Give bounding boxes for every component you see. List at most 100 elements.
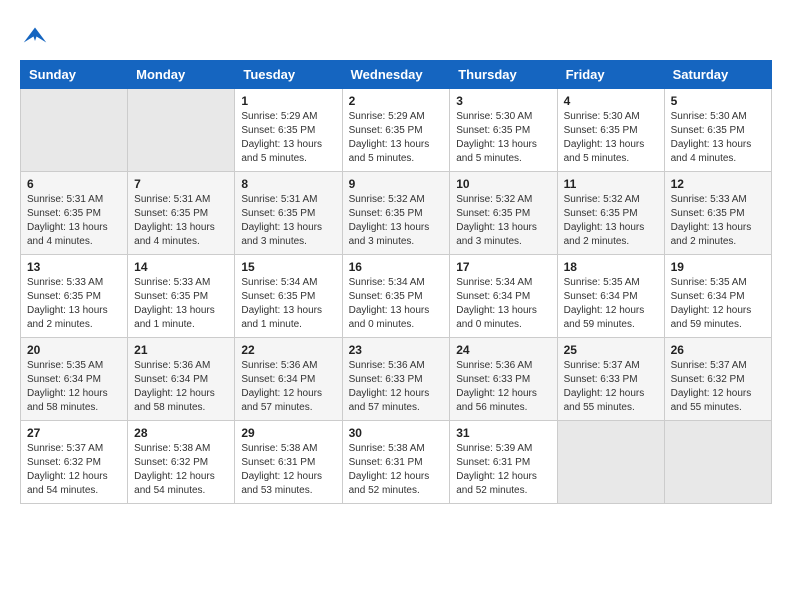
day-number: 12: [671, 177, 765, 191]
calendar-cell: 31Sunrise: 5:39 AM Sunset: 6:31 PM Dayli…: [450, 421, 557, 504]
day-info: Sunrise: 5:37 AM Sunset: 6:33 PM Dayligh…: [564, 359, 658, 415]
calendar-cell: 25 Sunrise: 5:37 AM Sunset: 6:33 PM Dayli…: [557, 338, 664, 421]
calendar-cell: 22 Sunrise: 5:36 AM Sunset: 6:34 PM Dayli…: [235, 338, 342, 421]
calendar-cell: [21, 89, 128, 172]
day-number: 23: [349, 343, 444, 357]
calendar-cell: 5 Sunrise: 5:30 AM Sunset: 6:35 PM Daylig…: [664, 89, 771, 172]
calendar-cell: [664, 421, 771, 504]
day-info: Sunrise: 5:31 AM Sunset: 6:35 PM Dayligh…: [134, 193, 228, 249]
day-number: 19: [671, 260, 765, 274]
day-number: 11: [564, 177, 658, 191]
calendar-cell: 4 Sunrise: 5:30 AM Sunset: 6:35 PM Daylig…: [557, 89, 664, 172]
day-number: 29: [241, 426, 335, 440]
day-number: 5: [671, 94, 765, 108]
calendar-cell: 19 Sunrise: 5:35 AM Sunset: 6:34 PM Dayli…: [664, 255, 771, 338]
calendar-header-row: SundayMondayTuesdayWednesdayThursdayFrid…: [21, 61, 772, 89]
calendar-cell: 20Sunrise: 5:35 AM Sunset: 6:34 PM Dayli…: [21, 338, 128, 421]
weekday-header: Wednesday: [342, 61, 450, 89]
day-number: 9: [349, 177, 444, 191]
day-number: 20: [27, 343, 121, 357]
calendar-cell: 2Sunrise: 5:29 AM Sunset: 6:35 PM Daylig…: [342, 89, 450, 172]
day-number: 17: [456, 260, 550, 274]
calendar-cell: 23 Sunrise: 5:36 AM Sunset: 6:33 PM Dayli…: [342, 338, 450, 421]
calendar-table: SundayMondayTuesdayWednesdayThursdayFrid…: [20, 60, 772, 504]
day-info: Sunrise: 5:36 AM Sunset: 6:33 PM Dayligh…: [349, 359, 444, 415]
day-number: 3: [456, 94, 550, 108]
calendar-week-row: 13 Sunrise: 5:33 AM Sunset: 6:35 PM Dayli…: [21, 255, 772, 338]
day-info: Sunrise: 5:29 AM Sunset: 6:35 PM Dayligh…: [349, 110, 444, 166]
day-info: Sunrise: 5:36 AM Sunset: 6:33 PM Dayligh…: [456, 359, 550, 415]
day-info: Sunrise: 5:35 AM Sunset: 6:34 PM Dayligh…: [564, 276, 658, 332]
calendar-week-row: 1 Sunrise: 5:29 AM Sunset: 6:35 PM Daylig…: [21, 89, 772, 172]
day-info: Sunrise: 5:30 AM Sunset: 6:35 PM Dayligh…: [564, 110, 658, 166]
day-info: Sunrise: 5:35 AM Sunset: 6:34 PM Dayligh…: [671, 276, 765, 332]
day-number: 26: [671, 343, 765, 357]
day-number: 28: [134, 426, 228, 440]
day-number: 4: [564, 94, 658, 108]
calendar-cell: 24 Sunrise: 5:36 AM Sunset: 6:33 PM Dayli…: [450, 338, 557, 421]
weekday-header: Monday: [128, 61, 235, 89]
day-info: Sunrise: 5:31 AM Sunset: 6:35 PM Dayligh…: [241, 193, 335, 249]
day-number: 1: [241, 94, 335, 108]
calendar-cell: 13 Sunrise: 5:33 AM Sunset: 6:35 PM Dayli…: [21, 255, 128, 338]
calendar-cell: 3 Sunrise: 5:30 AM Sunset: 6:35 PM Daylig…: [450, 89, 557, 172]
day-info: Sunrise: 5:37 AM Sunset: 6:32 PM Dayligh…: [671, 359, 765, 415]
day-number: 15: [241, 260, 335, 274]
page-header: [20, 20, 772, 50]
logo: [20, 20, 54, 50]
day-info: Sunrise: 5:34 AM Sunset: 6:34 PM Dayligh…: [456, 276, 550, 332]
day-number: 7: [134, 177, 228, 191]
calendar-cell: 11Sunrise: 5:32 AM Sunset: 6:35 PM Dayli…: [557, 172, 664, 255]
day-number: 24: [456, 343, 550, 357]
calendar-cell: 21Sunrise: 5:36 AM Sunset: 6:34 PM Dayli…: [128, 338, 235, 421]
calendar-cell: 15 Sunrise: 5:34 AM Sunset: 6:35 PM Dayli…: [235, 255, 342, 338]
day-info: Sunrise: 5:30 AM Sunset: 6:35 PM Dayligh…: [671, 110, 765, 166]
day-info: Sunrise: 5:38 AM Sunset: 6:31 PM Dayligh…: [241, 442, 335, 498]
day-number: 18: [564, 260, 658, 274]
calendar-cell: 8 Sunrise: 5:31 AM Sunset: 6:35 PM Daylig…: [235, 172, 342, 255]
calendar-cell: 1 Sunrise: 5:29 AM Sunset: 6:35 PM Daylig…: [235, 89, 342, 172]
day-info: Sunrise: 5:33 AM Sunset: 6:35 PM Dayligh…: [27, 276, 121, 332]
day-info: Sunrise: 5:32 AM Sunset: 6:35 PM Dayligh…: [349, 193, 444, 249]
calendar-week-row: 20Sunrise: 5:35 AM Sunset: 6:34 PM Dayli…: [21, 338, 772, 421]
weekday-header: Tuesday: [235, 61, 342, 89]
day-info: Sunrise: 5:33 AM Sunset: 6:35 PM Dayligh…: [134, 276, 228, 332]
day-number: 14: [134, 260, 228, 274]
day-number: 6: [27, 177, 121, 191]
calendar-cell: 30Sunrise: 5:38 AM Sunset: 6:31 PM Dayli…: [342, 421, 450, 504]
day-info: Sunrise: 5:31 AM Sunset: 6:35 PM Dayligh…: [27, 193, 121, 249]
calendar-cell: 17 Sunrise: 5:34 AM Sunset: 6:34 PM Dayli…: [450, 255, 557, 338]
logo-icon: [20, 20, 50, 50]
day-info: Sunrise: 5:34 AM Sunset: 6:35 PM Dayligh…: [241, 276, 335, 332]
calendar-cell: 26 Sunrise: 5:37 AM Sunset: 6:32 PM Dayli…: [664, 338, 771, 421]
calendar-cell: [557, 421, 664, 504]
day-info: Sunrise: 5:36 AM Sunset: 6:34 PM Dayligh…: [241, 359, 335, 415]
day-info: Sunrise: 5:32 AM Sunset: 6:35 PM Dayligh…: [456, 193, 550, 249]
day-number: 22: [241, 343, 335, 357]
calendar-week-row: 27Sunrise: 5:37 AM Sunset: 6:32 PM Dayli…: [21, 421, 772, 504]
weekday-header: Friday: [557, 61, 664, 89]
day-info: Sunrise: 5:38 AM Sunset: 6:32 PM Dayligh…: [134, 442, 228, 498]
calendar-cell: 10Sunrise: 5:32 AM Sunset: 6:35 PM Dayli…: [450, 172, 557, 255]
day-number: 31: [456, 426, 550, 440]
day-number: 13: [27, 260, 121, 274]
calendar-cell: 18 Sunrise: 5:35 AM Sunset: 6:34 PM Dayli…: [557, 255, 664, 338]
calendar-cell: 28 Sunrise: 5:38 AM Sunset: 6:32 PM Dayli…: [128, 421, 235, 504]
day-info: Sunrise: 5:30 AM Sunset: 6:35 PM Dayligh…: [456, 110, 550, 166]
day-number: 25: [564, 343, 658, 357]
day-number: 16: [349, 260, 444, 274]
day-info: Sunrise: 5:34 AM Sunset: 6:35 PM Dayligh…: [349, 276, 444, 332]
calendar-cell: [128, 89, 235, 172]
calendar-cell: 6 Sunrise: 5:31 AM Sunset: 6:35 PM Daylig…: [21, 172, 128, 255]
day-number: 21: [134, 343, 228, 357]
calendar-cell: 9 Sunrise: 5:32 AM Sunset: 6:35 PM Daylig…: [342, 172, 450, 255]
calendar-cell: 29 Sunrise: 5:38 AM Sunset: 6:31 PM Dayli…: [235, 421, 342, 504]
calendar-week-row: 6 Sunrise: 5:31 AM Sunset: 6:35 PM Daylig…: [21, 172, 772, 255]
day-info: Sunrise: 5:33 AM Sunset: 6:35 PM Dayligh…: [671, 193, 765, 249]
calendar-cell: 14 Sunrise: 5:33 AM Sunset: 6:35 PM Dayli…: [128, 255, 235, 338]
weekday-header: Saturday: [664, 61, 771, 89]
calendar-cell: 12 Sunrise: 5:33 AM Sunset: 6:35 PM Dayli…: [664, 172, 771, 255]
calendar-cell: 16 Sunrise: 5:34 AM Sunset: 6:35 PM Dayli…: [342, 255, 450, 338]
day-info: Sunrise: 5:29 AM Sunset: 6:35 PM Dayligh…: [241, 110, 335, 166]
day-number: 8: [241, 177, 335, 191]
